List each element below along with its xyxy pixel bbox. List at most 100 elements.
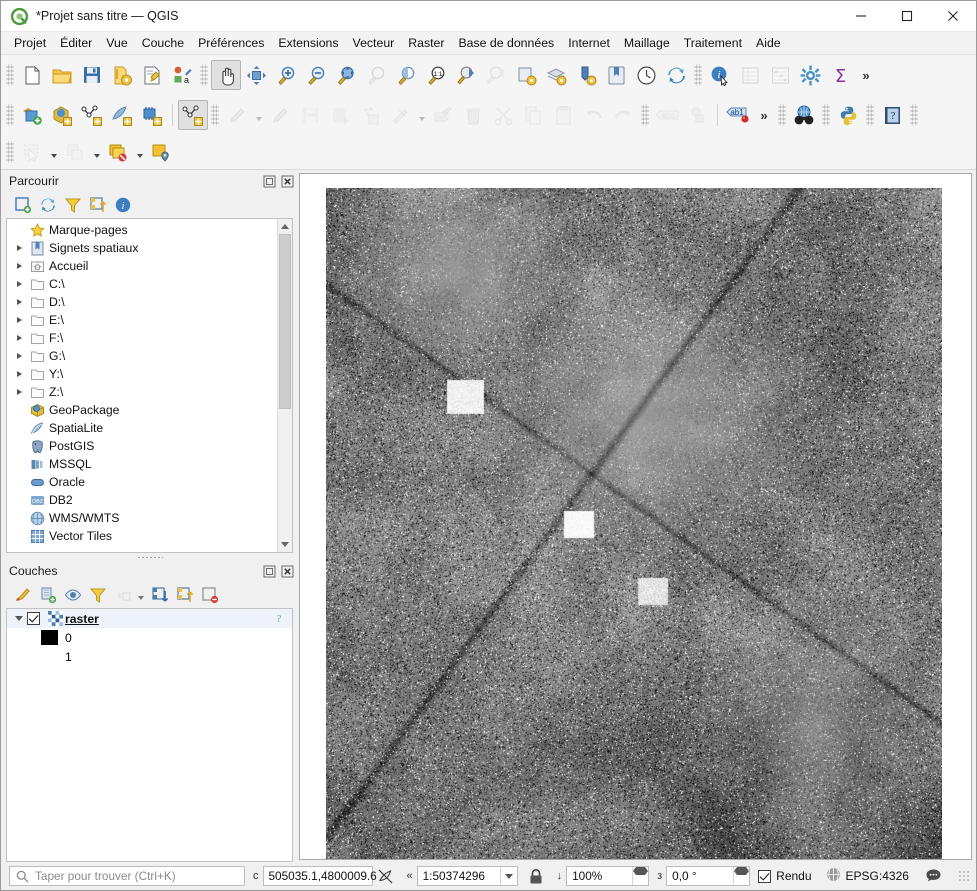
menu-couche[interactable]: Couche	[135, 33, 191, 53]
menu-aide[interactable]: Aide	[749, 33, 788, 53]
layer-visibility-checkbox[interactable]	[27, 612, 40, 625]
scroll-thumb[interactable]	[279, 234, 291, 409]
toolbar-grip[interactable]	[694, 64, 702, 86]
lock-scale-icon[interactable]	[525, 865, 547, 887]
resize-grip[interactable]	[958, 870, 970, 882]
browser-item-f[interactable]: F:\	[7, 329, 277, 347]
toolbar-grip[interactable]	[641, 104, 649, 126]
browser-item-postgis[interactable]: PostGIS	[7, 437, 277, 455]
zoom-in-icon[interactable]	[271, 60, 301, 90]
refresh-layer-icon[interactable]	[511, 60, 541, 90]
scale-combo[interactable]: 1:50374296	[416, 866, 518, 886]
add-feature-dropdown-caret[interactable]	[252, 100, 265, 130]
chevron-right-icon[interactable]	[11, 257, 27, 275]
expression-caret[interactable]	[135, 583, 147, 607]
style-manager-icon[interactable]: a	[167, 60, 197, 90]
chevron-right-icon[interactable]	[11, 275, 27, 293]
collapse-all-icon[interactable]	[85, 193, 110, 217]
browser-item-spatialite[interactable]: SpatiaLite	[7, 419, 277, 437]
rotation-spinner[interactable]: 0,0 °	[666, 866, 751, 886]
browser-close-icon[interactable]	[280, 174, 295, 189]
deselect-dropdown-caret[interactable]	[90, 137, 103, 167]
pan-map-icon[interactable]	[211, 60, 241, 90]
menu-preferences[interactable]: Préférences	[191, 33, 271, 53]
browser-item-wmswmts[interactable]: WMS/WMTS	[7, 509, 277, 527]
close-button[interactable]	[930, 1, 976, 32]
statistics-icon[interactable]: Σ	[825, 60, 855, 90]
chevron-right-icon[interactable]	[11, 365, 27, 383]
toolbar-grip[interactable]	[822, 104, 830, 126]
collapse-all-icon[interactable]	[172, 583, 197, 607]
copy-features-icon[interactable]	[518, 100, 548, 130]
measure-icon[interactable]	[103, 137, 133, 167]
label-icon[interactable]: abc	[652, 100, 682, 130]
browser-item-marquepages[interactable]: Marque-pages	[7, 221, 277, 239]
toolbar-grip[interactable]	[6, 141, 14, 163]
edit-vertices-icon[interactable]	[265, 100, 295, 130]
open-attribute-table-icon[interactable]	[735, 60, 765, 90]
panel-splitter[interactable]	[1, 553, 299, 560]
select-features-icon[interactable]	[17, 137, 47, 167]
save-layer-edits-icon[interactable]	[295, 100, 325, 130]
browser-item-e[interactable]: E:\	[7, 311, 277, 329]
browser-item-z[interactable]: Z:\	[7, 383, 277, 401]
toggle-extents-icon[interactable]	[375, 865, 397, 887]
search-input[interactable]: Taper pour trouver (Ctrl+K)	[9, 866, 245, 886]
help-question-icon[interactable]: ?	[272, 611, 287, 626]
new-memory-layer-icon[interactable]	[137, 100, 167, 130]
menu-base-de-donnees[interactable]: Base de données	[451, 33, 561, 53]
field-calculator-icon[interactable]	[765, 60, 795, 90]
expand-all-icon[interactable]	[147, 583, 172, 607]
menu-vue[interactable]: Vue	[99, 33, 134, 53]
layer-symbology-row-1[interactable]: 1	[7, 647, 292, 666]
scroll-up-button[interactable]	[278, 219, 292, 234]
chevron-right-icon[interactable]	[11, 347, 27, 365]
scroll-down-button[interactable]	[278, 537, 292, 552]
refresh-icon[interactable]	[35, 193, 60, 217]
magnifier-spin-down[interactable]	[633, 871, 649, 875]
layers-close-icon[interactable]	[280, 564, 295, 579]
menu-vecteur[interactable]: Vecteur	[346, 33, 402, 53]
toolbar-grip[interactable]	[866, 104, 874, 126]
refresh-icon[interactable]	[661, 60, 691, 90]
zoom-next-icon[interactable]	[481, 60, 511, 90]
add-feature-icon[interactable]	[222, 100, 252, 130]
delete-selected-icon[interactable]	[458, 100, 488, 130]
menu-editer[interactable]: Éditer	[53, 33, 99, 53]
chevron-right-icon[interactable]	[11, 293, 27, 311]
browser-tree[interactable]: Marque-pages Signets spatiaux Accueil C:\ D:…	[7, 219, 277, 552]
zoom-out-icon[interactable]	[301, 60, 331, 90]
layer-tree-row-raster[interactable]: raster ?	[7, 609, 292, 628]
modify-attributes-dropdown-caret[interactable]	[415, 100, 428, 130]
zoom-last-icon[interactable]	[451, 60, 481, 90]
new-bookmark-icon[interactable]	[601, 60, 631, 90]
expression-filter-icon[interactable]: ε	[110, 583, 135, 607]
new-spatialite-icon[interactable]	[107, 100, 137, 130]
menu-internet[interactable]: Internet	[561, 33, 617, 53]
options-icon[interactable]	[795, 60, 825, 90]
add-group-icon[interactable]	[35, 583, 60, 607]
browser-item-vectortiles[interactable]: Vector Tiles	[7, 527, 277, 545]
rotation-spin-down[interactable]	[734, 871, 750, 875]
render-checkbox-box[interactable]	[758, 869, 772, 883]
render-checkbox[interactable]: Rendu	[758, 869, 812, 883]
add-point-icon[interactable]	[355, 100, 385, 130]
save-project-as-icon[interactable]	[107, 60, 137, 90]
browser-item-d[interactable]: D:\	[7, 293, 277, 311]
select-features-dropdown-caret[interactable]	[47, 137, 60, 167]
new-project-icon[interactable]	[17, 60, 47, 90]
open-layer-styling-icon[interactable]	[10, 583, 35, 607]
new-map-view-icon[interactable]	[146, 137, 176, 167]
messages-bubble-icon[interactable]	[923, 865, 945, 887]
save-project-icon[interactable]	[77, 60, 107, 90]
toolbar-grip[interactable]	[200, 64, 208, 86]
scroll-track[interactable]	[278, 234, 292, 537]
menu-maillage[interactable]: Maillage	[617, 33, 677, 53]
chevron-right-icon[interactable]	[11, 329, 27, 347]
browser-undock-icon[interactable]	[262, 174, 277, 189]
remove-layer-icon[interactable]	[197, 583, 222, 607]
new-geopackage-icon[interactable]	[47, 100, 77, 130]
zoom-to-selection-icon[interactable]	[361, 60, 391, 90]
identify-features-icon[interactable]: i	[705, 60, 735, 90]
help-icon[interactable]: ?	[877, 100, 907, 130]
